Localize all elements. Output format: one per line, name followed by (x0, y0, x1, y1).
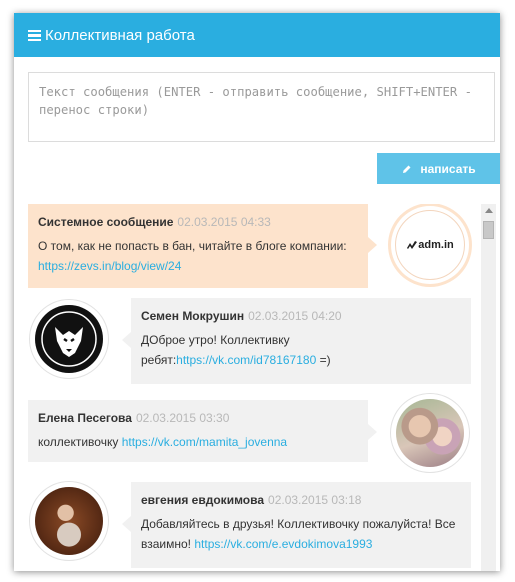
message-author: Елена Песегова (38, 411, 132, 425)
message-feed: Системное сообщение 02.03.2015 04:33 О то… (28, 204, 481, 571)
avatar[interactable]: adm.in (391, 206, 469, 284)
avatar[interactable] (30, 300, 108, 378)
scroll-up-arrow-icon[interactable] (485, 208, 493, 213)
dog-logo-icon (39, 309, 99, 369)
message-link[interactable]: https://zevs.in/blog/view/24 (38, 259, 181, 273)
message-time: 02.03.2015 04:20 (248, 309, 342, 323)
bubble-arrow (122, 332, 131, 348)
message-link[interactable]: https://vk.com/id78167180 (176, 353, 316, 367)
message-bubble: Елена Песегова 02.03.2015 03:30 коллектив… (28, 400, 368, 462)
panel-title: Коллективная работа (45, 26, 195, 44)
avatar-label: adm.in (418, 239, 454, 251)
bubble-arrow (122, 516, 131, 532)
feed-scrollbar[interactable] (481, 204, 496, 571)
logo-icon (407, 241, 418, 249)
message-input-placeholder: Текст сообщения (ENTER - отправить сообщ… (39, 85, 472, 117)
message-bubble: евгения евдокимова 02.03.2015 03:18 Добав… (131, 482, 471, 568)
menu-icon[interactable] (28, 29, 41, 41)
collective-work-panel: Коллективная работа Текст сообщения (ENT… (14, 13, 500, 571)
message-text: О том, как не попасть в бан, читайте в б… (38, 239, 347, 253)
bubble-arrow (368, 424, 377, 440)
message-text: коллективочку (38, 435, 119, 449)
message-author: Системное сообщение (38, 215, 174, 229)
message-time: 02.03.2015 03:18 (268, 493, 362, 507)
scroll-thumb[interactable] (483, 221, 494, 239)
message-item: евгения евдокимова 02.03.2015 03:18 Добав… (28, 482, 481, 568)
message-bubble: Системное сообщение 02.03.2015 04:33 О то… (28, 204, 368, 288)
message-author: Семен Мокрушин (141, 309, 245, 323)
bubble-arrow (368, 237, 377, 253)
pencil-icon (403, 165, 411, 173)
message-link[interactable]: https://vk.com/mamita_jovenna (122, 435, 287, 449)
message-time: 02.03.2015 03:30 (135, 411, 230, 425)
message-item: Семен Мокрушин 02.03.2015 04:20 ДОброе ут… (28, 298, 481, 384)
message-item: Системное сообщение 02.03.2015 04:33 О то… (28, 204, 481, 288)
send-button-label: написать (420, 161, 476, 176)
avatar[interactable] (30, 482, 108, 560)
message-bubble: Семен Мокрушин 02.03.2015 04:20 ДОброе ут… (131, 298, 471, 384)
panel-header: Коллективная работа (14, 13, 500, 57)
send-button[interactable]: написать (377, 153, 500, 184)
message-time: 02.03.2015 04:33 (177, 215, 271, 229)
message-item: Елена Песегова 02.03.2015 03:30 коллектив… (28, 394, 481, 472)
avatar[interactable] (391, 394, 469, 472)
message-link[interactable]: https://vk.com/e.evdokimova1993 (194, 537, 372, 551)
message-author: евгения евдокимова (141, 493, 265, 507)
message-suffix: =) (316, 353, 331, 367)
message-input[interactable]: Текст сообщения (ENTER - отправить сообщ… (28, 72, 495, 142)
